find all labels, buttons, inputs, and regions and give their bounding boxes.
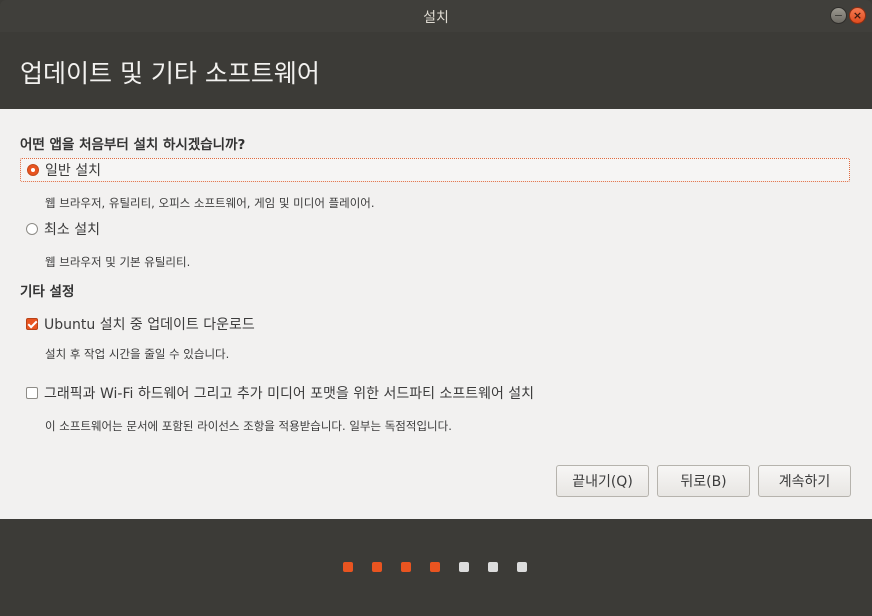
download-updates-checkbox-option[interactable]: Ubuntu 설치 중 업데이트 다운로드 — [20, 312, 255, 336]
third-party-software-description: 이 소프트웨어는 문서에 포함된 라이선스 조항을 적용받습니다. 일부는 독점… — [45, 419, 452, 433]
download-updates-description: 설치 후 작업 시간을 줄일 수 있습니다. — [45, 347, 230, 361]
close-icon[interactable]: × — [849, 7, 866, 24]
progress-dot-complete — [430, 562, 440, 572]
radio-selected-icon[interactable] — [27, 164, 39, 176]
checkbox-unchecked-icon[interactable] — [26, 387, 38, 399]
download-updates-label[interactable]: Ubuntu 설치 중 업데이트 다운로드 — [44, 314, 255, 334]
content-area: 어떤 앱을 처음부터 설치 하시겠습니까? 일반 설치 웹 브라우저, 유틸리티… — [0, 109, 872, 519]
minimal-install-description: 웹 브라우저 및 기본 유틸리티. — [45, 255, 191, 269]
step-progress-indicator — [0, 562, 872, 572]
quit-button[interactable]: 끝내기(Q) — [556, 465, 649, 497]
progress-dot-pending — [517, 562, 527, 572]
checkbox-checked-icon[interactable] — [26, 318, 38, 330]
progress-dot-complete — [372, 562, 382, 572]
progress-dot-complete — [343, 562, 353, 572]
install-type-heading: 어떤 앱을 처음부터 설치 하시겠습니까? — [20, 137, 246, 153]
normal-install-label[interactable]: 일반 설치 — [45, 160, 101, 180]
normal-install-description: 웹 브라우저, 유틸리티, 오피스 소프트웨어, 게임 및 미디어 플레이어. — [45, 196, 375, 210]
continue-button[interactable]: 계속하기 — [758, 465, 851, 497]
progress-dot-complete — [401, 562, 411, 572]
back-button[interactable]: 뒤로(B) — [657, 465, 750, 497]
installer-window: 설치 − × 업데이트 및 기타 소프트웨어 어떤 앱을 처음부터 설치 하시겠… — [0, 0, 872, 616]
radio-unselected-icon[interactable] — [26, 223, 38, 235]
minimal-install-radio-option[interactable]: 최소 설치 — [20, 217, 100, 241]
progress-dot-pending — [459, 562, 469, 572]
normal-install-radio-option[interactable]: 일반 설치 — [20, 158, 850, 182]
minimal-install-label[interactable]: 최소 설치 — [44, 219, 100, 239]
third-party-software-checkbox-option[interactable]: 그래픽과 Wi-Fi 하드웨어 그리고 추가 미디어 포맷을 위한 서드파티 소… — [20, 381, 534, 405]
progress-dot-pending — [488, 562, 498, 572]
third-party-software-label[interactable]: 그래픽과 Wi-Fi 하드웨어 그리고 추가 미디어 포맷을 위한 서드파티 소… — [44, 383, 534, 403]
minimize-icon[interactable]: − — [830, 7, 847, 24]
window-title: 설치 — [423, 10, 449, 26]
page-title: 업데이트 및 기타 소프트웨어 — [20, 59, 320, 88]
progress-footer — [0, 519, 872, 616]
title-bar[interactable]: 설치 − × — [0, 0, 872, 32]
page-header: 업데이트 및 기타 소프트웨어 — [0, 32, 872, 109]
other-settings-heading: 기타 설정 — [20, 284, 75, 300]
